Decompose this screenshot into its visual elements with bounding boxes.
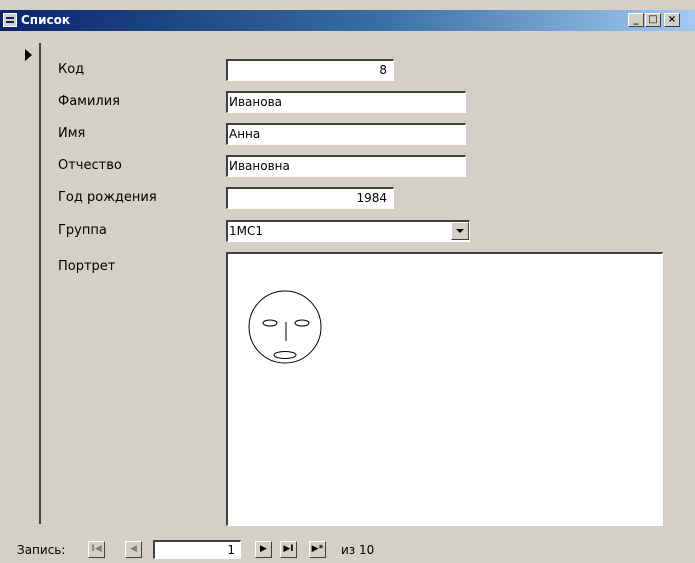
face-outline: [248, 290, 322, 364]
title-bar[interactable]: Список _ □ ×: [0, 10, 695, 31]
label-birth-year: Год рождения: [58, 190, 157, 205]
mouth: [273, 351, 297, 359]
record-label: Запись:: [17, 543, 66, 557]
portrait-drawing: [248, 290, 322, 364]
first-name-field[interactable]: Анна: [226, 123, 466, 145]
close-button[interactable]: ×: [664, 13, 680, 27]
new-record-button[interactable]: ▶*: [309, 541, 326, 558]
first-record-button[interactable]: I◀: [88, 541, 105, 558]
current-record-field[interactable]: 1: [153, 540, 241, 559]
patronymic-field[interactable]: Ивановна: [226, 155, 466, 177]
current-record-arrow-icon: [25, 49, 32, 61]
record-selector[interactable]: [15, 43, 41, 524]
form-window: Список _ □ × Код 8 Фамилия Иванова Имя А…: [0, 0, 695, 563]
last-record-button[interactable]: ▶I: [280, 541, 297, 558]
label-first-name: Имя: [58, 126, 86, 141]
prev-record-button[interactable]: ◀: [125, 541, 142, 558]
record-count: из 10: [341, 543, 375, 557]
birth-year-field[interactable]: 1984: [226, 187, 394, 209]
chevron-down-icon[interactable]: [451, 222, 469, 240]
label-portrait: Портрет: [58, 259, 116, 274]
label-group: Группа: [58, 223, 107, 238]
label-patronymic: Отчество: [58, 158, 122, 173]
label-code: Код: [58, 62, 85, 77]
record-navigation-bar: Запись: I◀ ◀ 1 ▶ ▶I ▶* из 10: [0, 537, 695, 563]
code-field[interactable]: 8: [226, 59, 394, 81]
left-eye: [262, 319, 278, 327]
next-record-button[interactable]: ▶: [255, 541, 272, 558]
right-eye: [294, 319, 310, 327]
portrait-image-frame[interactable]: [226, 252, 663, 526]
window-title: Список: [21, 13, 71, 27]
maximize-button[interactable]: □: [645, 13, 661, 27]
form-icon: [3, 13, 17, 27]
label-last-name: Фамилия: [58, 94, 120, 109]
group-value: 1МС1: [229, 224, 264, 238]
group-combobox[interactable]: 1МС1: [226, 220, 470, 242]
last-name-field[interactable]: Иванова: [226, 91, 466, 113]
minimize-button[interactable]: _: [628, 13, 644, 27]
